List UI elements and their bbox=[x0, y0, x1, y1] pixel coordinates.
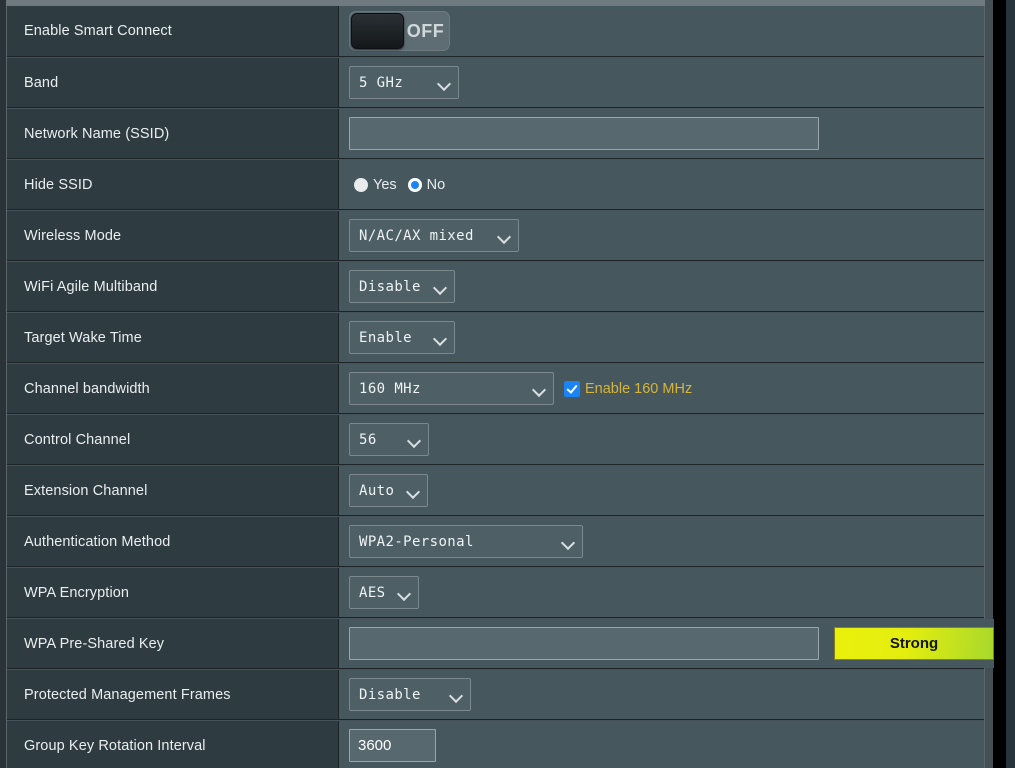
chevron-down-icon bbox=[407, 487, 419, 495]
row-protected-management-frames: Protected Management Frames Disable bbox=[7, 669, 984, 720]
chevron-down-icon bbox=[562, 538, 574, 546]
channel-bandwidth-select-value: 160 MHz bbox=[359, 380, 421, 397]
authentication-method-select[interactable]: WPA2-Personal bbox=[349, 525, 583, 558]
label-wpa-encryption: WPA Encryption bbox=[7, 568, 339, 617]
wireless-mode-select-value: N/AC/AX mixed bbox=[359, 227, 474, 244]
protected-management-frames-select-value: Disable bbox=[359, 686, 421, 703]
value-target-wake-time: Enable bbox=[339, 313, 984, 362]
label-wifi-agile-multiband: WiFi Agile Multiband bbox=[7, 262, 339, 311]
row-group-key-rotation-interval: Group Key Rotation Interval 3600 bbox=[7, 720, 984, 768]
authentication-method-select-value: WPA2-Personal bbox=[359, 533, 474, 550]
value-channel-bandwidth: 160 MHz Enable 160 MHz bbox=[339, 364, 984, 413]
toggle-state-label: OFF bbox=[406, 20, 445, 41]
wpa-pre-shared-key-input[interactable] bbox=[349, 627, 819, 660]
wifi-agile-multiband-select-value: Disable bbox=[359, 278, 421, 295]
ssid-input[interactable] bbox=[349, 117, 819, 150]
chevron-down-icon bbox=[408, 436, 420, 444]
wpa-encryption-select-value: AES bbox=[359, 584, 386, 601]
value-network-name bbox=[339, 109, 984, 158]
toggle-knob bbox=[351, 13, 404, 49]
enable-160mhz-checkbox[interactable] bbox=[564, 380, 580, 397]
label-control-channel: Control Channel bbox=[7, 415, 339, 464]
chevron-down-icon bbox=[450, 691, 462, 699]
value-extension-channel: Auto bbox=[339, 466, 984, 515]
value-wireless-mode: N/AC/AX mixed bbox=[339, 211, 984, 260]
row-wpa-encryption: WPA Encryption AES bbox=[7, 567, 984, 618]
extension-channel-select-value: Auto bbox=[359, 482, 395, 499]
label-channel-bandwidth: Channel bandwidth bbox=[7, 364, 339, 413]
chevron-down-icon bbox=[434, 283, 446, 291]
wireless-mode-select[interactable]: N/AC/AX mixed bbox=[349, 219, 519, 252]
row-channel-bandwidth: Channel bandwidth 160 MHz Enable 160 MHz bbox=[7, 363, 984, 414]
row-extension-channel: Extension Channel Auto bbox=[7, 465, 984, 516]
radio-no-label: No bbox=[426, 176, 446, 193]
chevron-down-icon bbox=[533, 385, 545, 393]
row-hide-ssid: Hide SSID Yes No bbox=[7, 159, 984, 210]
row-wireless-mode: Wireless Mode N/AC/AX mixed bbox=[7, 210, 984, 261]
radio-yes-icon[interactable] bbox=[354, 177, 368, 192]
label-hide-ssid: Hide SSID bbox=[7, 160, 339, 209]
wifi-agile-multiband-select[interactable]: Disable bbox=[349, 270, 455, 303]
row-authentication-method: Authentication Method WPA2-Personal bbox=[7, 516, 984, 567]
label-extension-channel: Extension Channel bbox=[7, 466, 339, 515]
value-wifi-agile-multiband: Disable bbox=[339, 262, 984, 311]
row-wifi-agile-multiband: WiFi Agile Multiband Disable bbox=[7, 261, 984, 312]
label-wpa-pre-shared-key: WPA Pre-Shared Key bbox=[7, 619, 339, 668]
group-key-rotation-interval-input[interactable]: 3600 bbox=[349, 729, 436, 762]
hide-ssid-option-yes[interactable]: Yes bbox=[354, 177, 397, 193]
row-target-wake-time: Target Wake Time Enable bbox=[7, 312, 984, 363]
chevron-down-icon bbox=[434, 334, 446, 342]
row-enable-smart-connect: Enable Smart Connect OFF bbox=[7, 6, 984, 57]
row-band: Band 5 GHz bbox=[7, 57, 984, 108]
row-network-name: Network Name (SSID) bbox=[7, 108, 984, 159]
label-network-name: Network Name (SSID) bbox=[7, 109, 339, 158]
band-select-value: 5 GHz bbox=[359, 74, 404, 91]
right-gutter-black bbox=[993, 0, 1006, 768]
label-wireless-mode: Wireless Mode bbox=[7, 211, 339, 260]
row-control-channel: Control Channel 56 bbox=[7, 414, 984, 465]
value-wpa-pre-shared-key: Strong bbox=[339, 619, 994, 668]
value-wpa-encryption: AES bbox=[339, 568, 984, 617]
hide-ssid-radio-group: Yes No bbox=[349, 177, 445, 193]
hide-ssid-option-no[interactable]: No bbox=[407, 176, 446, 193]
value-control-channel: 56 bbox=[339, 415, 984, 464]
band-select[interactable]: 5 GHz bbox=[349, 66, 459, 99]
right-gutter-dark bbox=[1006, 0, 1015, 768]
wireless-settings-table: Enable Smart Connect OFF Band 5 GHz Netw… bbox=[6, 6, 994, 768]
label-band: Band bbox=[7, 58, 339, 107]
enable-160mhz-label: Enable 160 MHz bbox=[585, 380, 693, 397]
value-protected-management-frames: Disable bbox=[339, 670, 984, 719]
control-channel-select-value: 56 bbox=[359, 431, 377, 448]
password-strength-badge: Strong bbox=[834, 627, 994, 660]
label-protected-management-frames: Protected Management Frames bbox=[7, 670, 339, 719]
chevron-down-icon bbox=[398, 589, 410, 597]
extension-channel-select[interactable]: Auto bbox=[349, 474, 428, 507]
value-group-key-rotation-interval: 3600 bbox=[339, 721, 984, 768]
radio-no-icon[interactable] bbox=[407, 177, 422, 192]
value-enable-smart-connect: OFF bbox=[339, 6, 984, 56]
label-authentication-method: Authentication Method bbox=[7, 517, 339, 566]
label-target-wake-time: Target Wake Time bbox=[7, 313, 339, 362]
control-channel-select[interactable]: 56 bbox=[349, 423, 429, 456]
chevron-down-icon bbox=[438, 79, 450, 87]
wpa-encryption-select[interactable]: AES bbox=[349, 576, 419, 609]
label-enable-smart-connect: Enable Smart Connect bbox=[7, 6, 339, 56]
label-group-key-rotation-interval: Group Key Rotation Interval bbox=[7, 721, 339, 768]
value-authentication-method: WPA2-Personal bbox=[339, 517, 984, 566]
target-wake-time-select-value: Enable bbox=[359, 329, 412, 346]
channel-bandwidth-select[interactable]: 160 MHz bbox=[349, 372, 554, 405]
chevron-down-icon bbox=[498, 232, 510, 240]
row-wpa-pre-shared-key: WPA Pre-Shared Key Strong bbox=[7, 618, 994, 669]
radio-yes-label: Yes bbox=[373, 176, 397, 193]
target-wake-time-select[interactable]: Enable bbox=[349, 321, 455, 354]
protected-management-frames-select[interactable]: Disable bbox=[349, 678, 471, 711]
smart-connect-toggle[interactable]: OFF bbox=[349, 11, 450, 51]
value-hide-ssid: Yes No bbox=[339, 160, 984, 209]
router-settings-page: Enable Smart Connect OFF Band 5 GHz Netw… bbox=[0, 0, 1015, 768]
value-band: 5 GHz bbox=[339, 58, 984, 107]
enable-160mhz-checkbox-wrap[interactable]: Enable 160 MHz bbox=[564, 380, 693, 397]
